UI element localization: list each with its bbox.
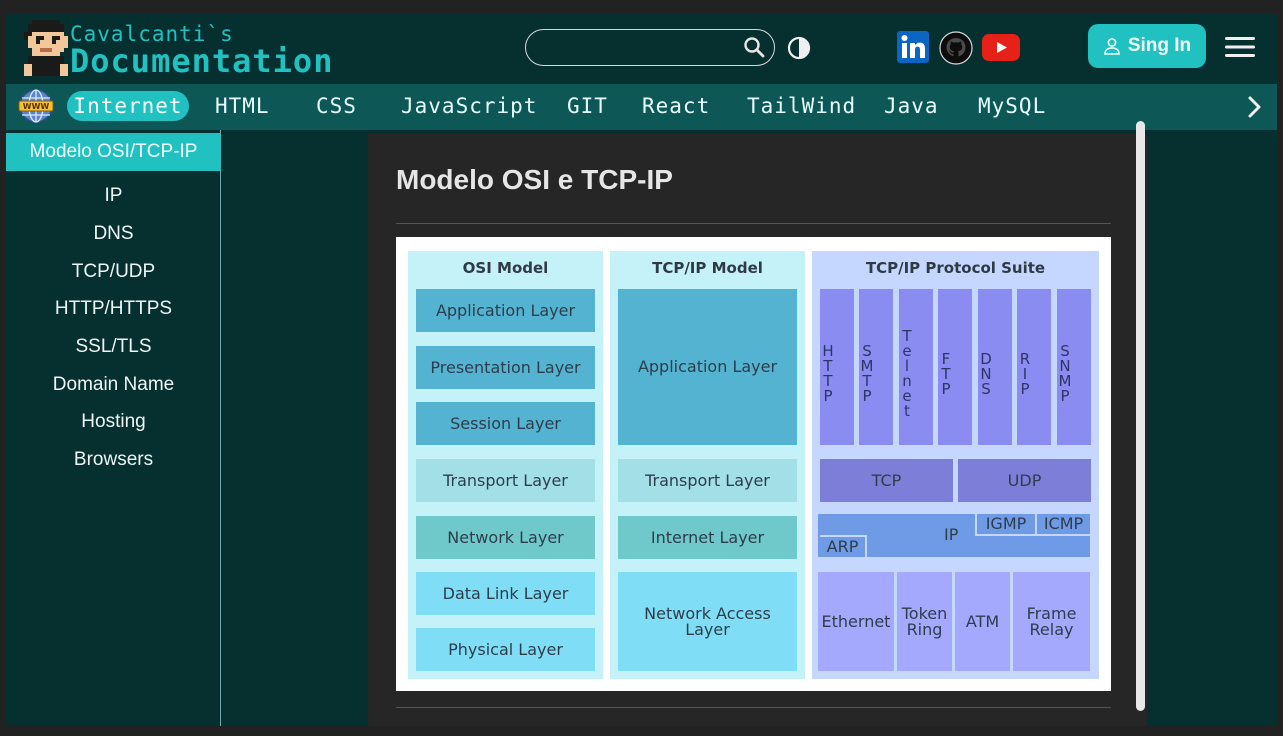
protocol-smtp: SMTP [858, 289, 893, 445]
protocol-icmp: ICMP [1035, 514, 1090, 536]
svg-text:WWW: WWW [23, 102, 50, 111]
sidebar-item-hosting[interactable]: Hosting [6, 411, 221, 433]
tcpip-model-column: TCP/IP Model Application Layer Transport… [610, 251, 805, 679]
osi-layer-network: Network Layer [416, 516, 595, 559]
protocol-atm: ATM [955, 572, 1010, 671]
logo-title[interactable]: Documentation [70, 42, 333, 80]
header: Cavalcanti`s Documentation Sing In [6, 13, 1277, 84]
sign-in-label: Sing In [1127, 35, 1192, 56]
sidebar-item-http-https[interactable]: HTTP/HTTPS [6, 298, 221, 320]
nav-item-tailwind[interactable]: TailWind [747, 91, 856, 121]
sidebar-item-active[interactable]: Modelo OSI/TCP-IP [6, 133, 221, 171]
search-icon[interactable] [742, 35, 766, 59]
osi-layer-data-link: Data Link Layer [416, 572, 595, 615]
tcpip-model-title: TCP/IP Model [652, 259, 763, 277]
linkedin-icon[interactable] [897, 31, 929, 63]
nav-item-mysql[interactable]: MySQL [978, 91, 1046, 121]
protocol-suite-title: TCP/IP Protocol Suite [865, 259, 1046, 277]
protocol-dns: DNS [977, 289, 1012, 445]
osi-layer-session: Session Layer [416, 402, 595, 445]
user-icon [1104, 38, 1120, 55]
protocol-telnet: Telnet [898, 289, 933, 445]
osi-tcpip-diagram: OSI Model Application Layer Presentation… [396, 237, 1111, 691]
osi-column: OSI Model Application Layer Presentation… [408, 251, 603, 679]
protocol-snmp: SNMP [1056, 289, 1091, 445]
youtube-icon[interactable] [982, 34, 1020, 61]
nav-item-javascript[interactable]: JavaScript [401, 91, 537, 121]
github-icon[interactable] [939, 31, 973, 65]
tcpip-layer-transport: Transport Layer [618, 459, 797, 502]
osi-layer-transport: Transport Layer [416, 459, 595, 502]
sidebar-item-browsers[interactable]: Browsers [6, 449, 221, 471]
protocol-ftp: FTP [937, 289, 972, 445]
protocol-igmp: IGMP [975, 514, 1035, 536]
osi-layer-physical: Physical Layer [416, 628, 595, 671]
sidebar-item-ip[interactable]: IP [6, 185, 221, 207]
tcpip-layer-internet: Internet Layer [618, 516, 797, 559]
avatar-logo-icon[interactable] [24, 20, 68, 76]
osi-column-title: OSI Model [462, 259, 549, 277]
sidebar: Modelo OSI/TCP-IP IP DNS TCP/UDP HTTP/HT… [6, 130, 221, 726]
sidebar-item-tcp-udp[interactable]: TCP/UDP [6, 261, 221, 283]
contrast-icon[interactable] [787, 36, 811, 60]
sign-in-button[interactable]: Sing In [1088, 24, 1206, 68]
protocol-ethernet: Ethernet [818, 572, 894, 671]
nav-item-java[interactable]: Java [884, 91, 939, 121]
chevron-right-icon[interactable] [1243, 94, 1265, 120]
nav-item-git[interactable]: GIT [567, 91, 608, 121]
protocol-tcp: TCP [820, 459, 953, 502]
scrollbar-thumb[interactable] [1136, 121, 1145, 711]
sidebar-item-ssl-tls[interactable]: SSL/TLS [6, 336, 221, 358]
search-input[interactable] [525, 29, 775, 66]
protocol-frame-relay: Frame Relay [1013, 572, 1090, 671]
topic-nav: WWW Internet HTML CSS JavaScript GIT Rea… [6, 84, 1277, 130]
nav-item-html[interactable]: HTML [215, 91, 270, 121]
osi-layer-presentation: Presentation Layer [416, 346, 595, 389]
protocol-token-ring: Token Ring [897, 572, 952, 671]
main-content: Modelo OSI e TCP-IP OSI Model Applicatio… [368, 134, 1147, 726]
protocol-arp: ARP [820, 535, 867, 557]
page-title: Modelo OSI e TCP-IP [396, 164, 673, 195]
protocol-udp: UDP [958, 459, 1091, 502]
protocol-suite-column: TCP/IP Protocol Suite HTTP SMTP Telnet F… [812, 251, 1099, 679]
osi-layer-application: Application Layer [416, 289, 595, 332]
www-globe-icon[interactable]: WWW [18, 88, 54, 124]
divider [396, 707, 1111, 708]
protocol-http: HTTP [819, 289, 854, 445]
protocol-ip-label: IP [944, 525, 959, 544]
nav-item-react[interactable]: React [642, 91, 710, 121]
nav-item-internet[interactable]: Internet [67, 91, 189, 121]
sidebar-item-domain-name[interactable]: Domain Name [6, 374, 221, 396]
nav-item-css[interactable]: CSS [316, 91, 357, 121]
tcpip-layer-network-access: Network Access Layer [618, 572, 797, 671]
menu-icon[interactable] [1225, 35, 1255, 59]
protocol-rip: RIP [1016, 289, 1051, 445]
sidebar-item-dns[interactable]: DNS [6, 223, 221, 245]
app-frame: Cavalcanti`s Documentation Sing In WWW I… [6, 13, 1277, 726]
tcpip-layer-application: Application Layer [618, 289, 797, 445]
divider [396, 223, 1111, 224]
